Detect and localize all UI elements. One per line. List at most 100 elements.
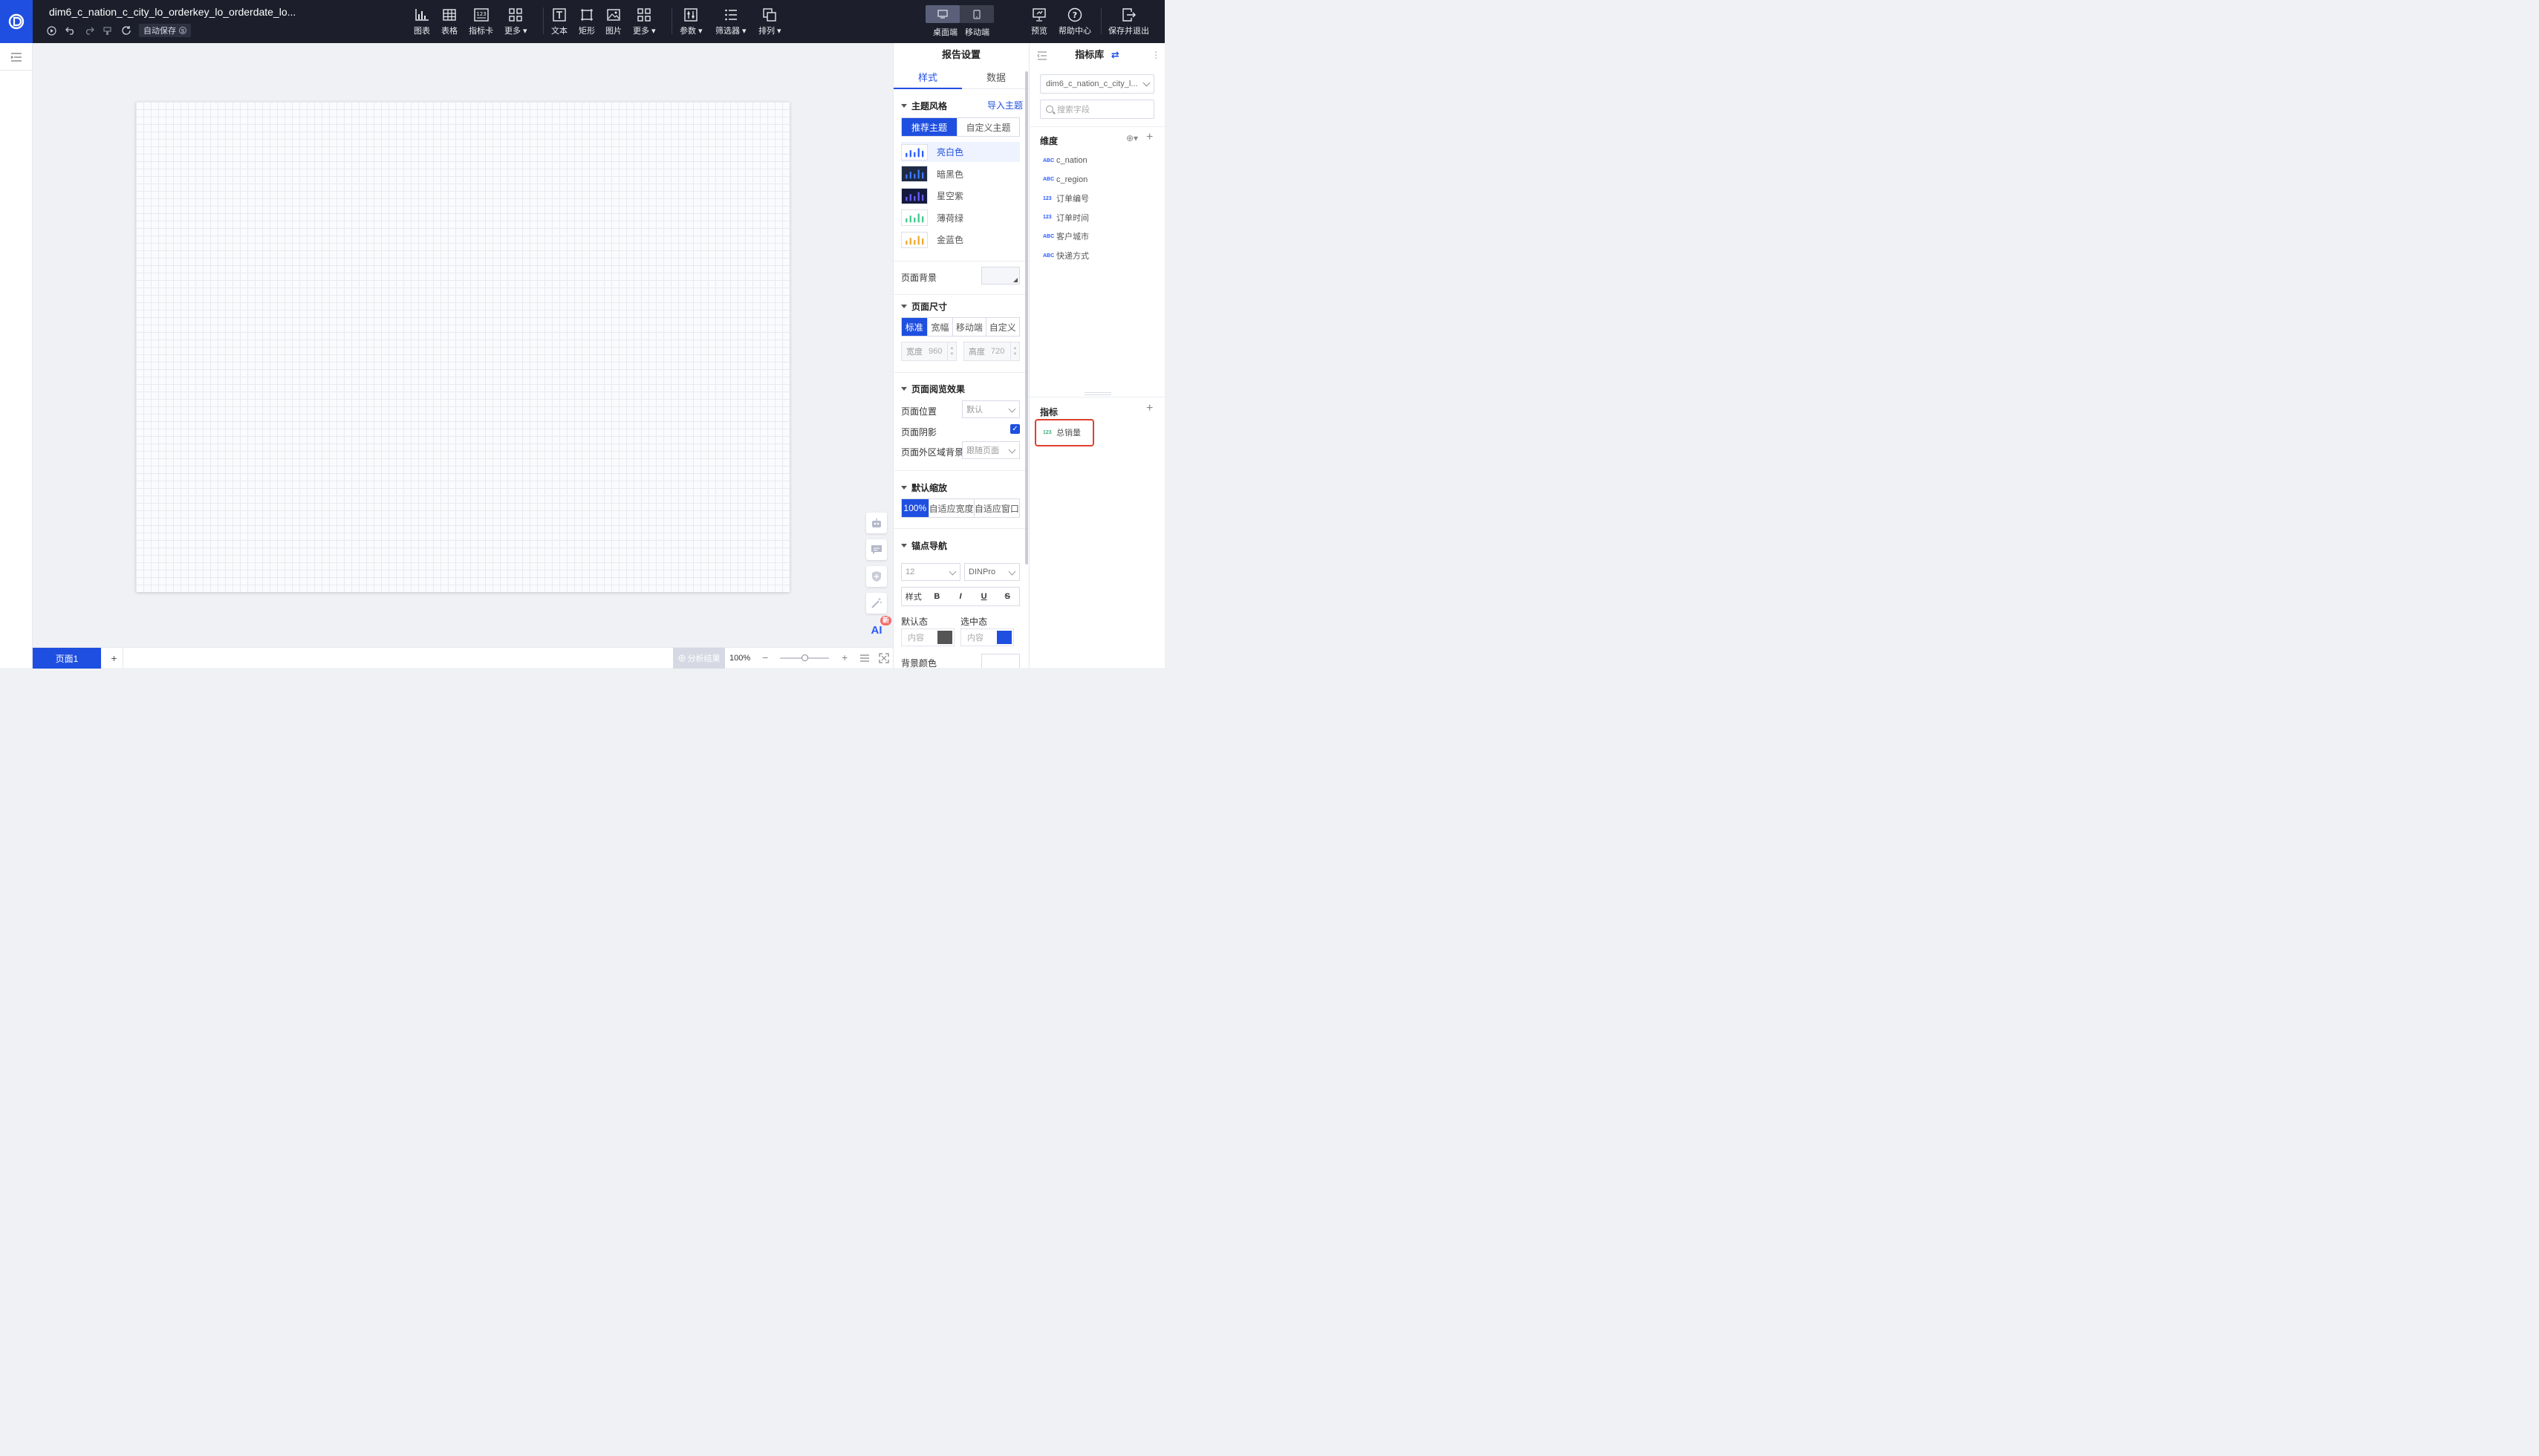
- selected-color-swatch[interactable]: [997, 631, 1012, 644]
- text-icon: [553, 7, 566, 22]
- outer-bg-select[interactable]: 跟随页面: [962, 441, 1020, 459]
- italic-button[interactable]: I: [949, 592, 972, 601]
- bold-button[interactable]: B: [926, 592, 949, 601]
- default-color-swatch[interactable]: [937, 631, 952, 644]
- refresh-icon[interactable]: [119, 24, 133, 37]
- swap-icon[interactable]: ⇄: [1111, 49, 1119, 60]
- height-spinner[interactable]: ▲ ▼: [1010, 342, 1019, 360]
- arrange-button[interactable]: 排列 ▾: [758, 7, 781, 36]
- more-elements-button[interactable]: 更多 ▾: [633, 7, 656, 36]
- theme-section-header[interactable]: 主题风格: [901, 100, 947, 112]
- metric-field[interactable]: 123 总销量: [1043, 425, 1081, 440]
- selected-state-color-field[interactable]: 内容: [960, 628, 1014, 646]
- zoom-in-button[interactable]: +: [842, 651, 852, 663]
- page-shadow-checkbox[interactable]: ✓: [1010, 424, 1020, 434]
- import-theme-link[interactable]: 导入主题: [987, 99, 1023, 111]
- save-exit-button[interactable]: 保存并退出: [1108, 7, 1149, 36]
- zoom-fit-window-option[interactable]: 自适应窗口: [975, 499, 1019, 517]
- help-center-button[interactable]: ? 帮助中心: [1059, 7, 1091, 36]
- mobile-mode-button[interactable]: [960, 5, 994, 23]
- page-position-select[interactable]: 默认: [962, 400, 1020, 418]
- size-custom-option[interactable]: 自定义: [986, 318, 1019, 336]
- document-title[interactable]: dim6_c_nation_c_city_lo_orderkey_lo_orde…: [49, 6, 296, 18]
- add-metric-icon[interactable]: +: [1146, 402, 1153, 415]
- height-value: 720: [991, 347, 1005, 356]
- zoom-out-button[interactable]: −: [762, 651, 773, 663]
- theme-option[interactable]: 薄荷绿: [901, 208, 1020, 228]
- theme-option[interactable]: 亮白色: [901, 142, 1020, 162]
- dimension-field[interactable]: ABC 客户城市: [1043, 229, 1089, 244]
- anchor-nav-header[interactable]: 锚点导航: [901, 539, 947, 552]
- page-width-field[interactable]: 宽度 960 ▲ ▼: [901, 342, 957, 361]
- anchor-bg-color-picker[interactable]: [981, 654, 1020, 668]
- play-icon[interactable]: [45, 24, 59, 37]
- zoom-100-option[interactable]: 100%: [902, 499, 929, 517]
- dimension-field[interactable]: 123 订单编号: [1043, 191, 1089, 206]
- theme-option[interactable]: 星空紫: [901, 186, 1020, 206]
- browse-effect-header[interactable]: 页面阅览效果: [901, 383, 965, 395]
- dimension-field[interactable]: ABC 快递方式: [1043, 248, 1089, 263]
- dimension-field[interactable]: ABC c_region: [1043, 172, 1088, 187]
- width-label: 宽度: [906, 348, 923, 357]
- page-size-header[interactable]: 页面尺寸: [901, 300, 947, 313]
- zoom-slider-handle[interactable]: [802, 654, 808, 661]
- add-page-button[interactable]: +: [105, 648, 123, 669]
- comment-button[interactable]: [866, 539, 887, 560]
- recommended-theme-option[interactable]: 推荐主题: [902, 118, 958, 136]
- insert-indicator-card-button[interactable]: 123 指标卡: [469, 7, 493, 36]
- fit-width-icon[interactable]: [859, 652, 871, 664]
- insert-rect-button[interactable]: 矩形: [579, 7, 595, 36]
- strikethrough-button[interactable]: S: [995, 592, 1019, 601]
- security-button[interactable]: [866, 566, 887, 587]
- width-spinner[interactable]: ▲ ▼: [947, 342, 956, 360]
- analysis-result-button[interactable]: 分析结果: [673, 648, 725, 669]
- default-zoom-header[interactable]: 默认缩放: [901, 481, 947, 494]
- ai-assistant-button[interactable]: AI 新: [866, 616, 891, 640]
- magic-wand-button[interactable]: [866, 593, 887, 614]
- custom-theme-option[interactable]: 自定义主题: [958, 118, 1019, 136]
- desktop-mode-button[interactable]: [926, 5, 960, 23]
- zoom-fit-width-option[interactable]: 自适应宽度: [929, 499, 975, 517]
- fullscreen-icon[interactable]: [878, 652, 890, 664]
- tab-style[interactable]: 样式: [894, 68, 962, 89]
- insert-chart-button[interactable]: 图表: [414, 7, 430, 36]
- page-tab[interactable]: 页面1: [33, 648, 101, 669]
- tab-data[interactable]: 数据: [962, 68, 1029, 89]
- anchor-font-size-select[interactable]: 12: [901, 563, 960, 581]
- undo-icon[interactable]: [63, 24, 77, 37]
- default-state-color-field[interactable]: 内容: [901, 628, 955, 646]
- theme-option[interactable]: 金蓝色: [901, 230, 1020, 250]
- more-vertical-icon[interactable]: ⋮: [1151, 50, 1160, 60]
- param-button[interactable]: 参数 ▾: [680, 7, 703, 36]
- globe-icon[interactable]: ⊕▾: [1126, 133, 1138, 143]
- zoom-level[interactable]: 100%: [729, 648, 750, 669]
- format-painter-icon[interactable]: [100, 24, 114, 37]
- insert-image-button[interactable]: 图片: [605, 7, 622, 36]
- autosave-toggle[interactable]: 自动保存 s: [139, 24, 191, 37]
- report-page-canvas[interactable]: [136, 102, 790, 592]
- insert-table-button[interactable]: 表格: [441, 7, 458, 36]
- settings-scrollbar[interactable]: [1025, 71, 1028, 565]
- app-logo[interactable]: [0, 0, 33, 43]
- size-standard-option[interactable]: 标准: [902, 318, 928, 336]
- outline-menu-icon[interactable]: [10, 51, 23, 64]
- dataset-select[interactable]: dim6_c_nation_c_city_l...: [1040, 74, 1154, 94]
- dimension-field[interactable]: ABC c_nation: [1043, 153, 1088, 168]
- redo-icon[interactable]: [82, 24, 96, 37]
- underline-button[interactable]: U: [972, 592, 996, 601]
- dimension-field[interactable]: 123 订单时间: [1043, 210, 1089, 225]
- anchor-font-family-select[interactable]: DINPro: [964, 563, 1020, 581]
- panel-resize-handle[interactable]: [1085, 392, 1111, 395]
- theme-option[interactable]: 暗黑色: [901, 164, 1020, 184]
- filter-button[interactable]: 筛选器 ▾: [715, 7, 747, 36]
- robot-assistant-button[interactable]: [866, 513, 887, 533]
- insert-text-button[interactable]: 文本: [551, 7, 568, 36]
- field-search-input[interactable]: 搜索字段: [1040, 100, 1154, 119]
- preview-button[interactable]: 预览: [1031, 7, 1047, 36]
- more-components-button[interactable]: 更多 ▾: [504, 7, 527, 36]
- page-height-field[interactable]: 高度 720 ▲ ▼: [963, 342, 1020, 361]
- add-dimension-icon[interactable]: +: [1146, 131, 1153, 144]
- size-wide-option[interactable]: 宽幅: [928, 318, 954, 336]
- page-bg-color-picker[interactable]: [981, 267, 1020, 285]
- size-mobile-option[interactable]: 移动端: [953, 318, 986, 336]
